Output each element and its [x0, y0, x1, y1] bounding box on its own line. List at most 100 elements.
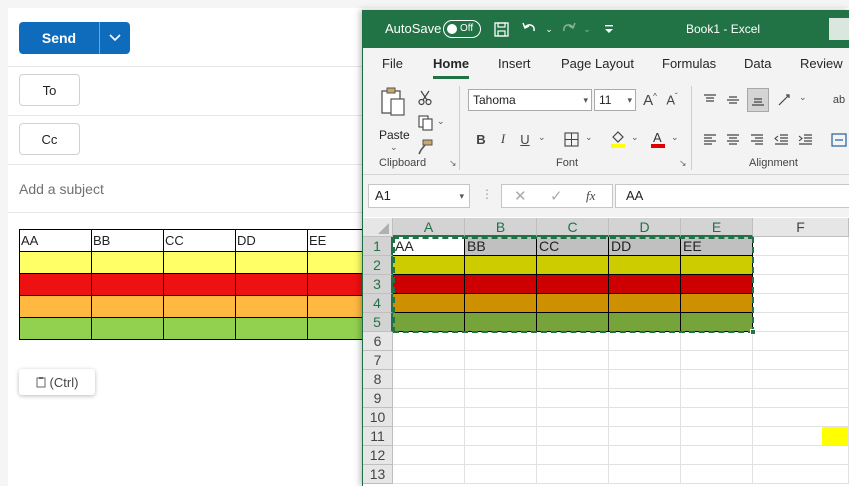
cell-c1[interactable]: CC — [537, 237, 609, 256]
bottom-align-button[interactable] — [747, 88, 769, 112]
copy-button[interactable] — [415, 113, 435, 133]
cell-d13[interactable] — [609, 465, 681, 484]
cell-b1[interactable]: BB — [465, 237, 537, 256]
table-cell[interactable] — [91, 295, 164, 318]
borders-button[interactable] — [561, 129, 581, 149]
cell-c10[interactable] — [537, 408, 609, 427]
table-cell[interactable]: DD — [235, 229, 308, 252]
cell-b5[interactable] — [465, 313, 537, 332]
bold-button[interactable]: B — [471, 128, 491, 150]
row-header-7[interactable]: 7 — [363, 351, 393, 370]
cell-f3[interactable] — [753, 275, 849, 294]
cell-b12[interactable] — [465, 446, 537, 465]
underline-button[interactable]: U — [515, 128, 535, 150]
tab-file[interactable]: File — [382, 56, 403, 71]
table-cell[interactable]: BB — [91, 229, 164, 252]
cell-c12[interactable] — [537, 446, 609, 465]
subject-input[interactable]: Add a subject — [19, 181, 104, 197]
paste-button[interactable] — [377, 86, 409, 118]
formula-input[interactable]: AA — [615, 184, 849, 208]
redo-dropdown[interactable]: ⌄ — [577, 18, 597, 40]
font-name-select[interactable]: Tahoma ▾ — [468, 89, 592, 111]
cell-e4[interactable] — [681, 294, 753, 313]
cell-e6[interactable] — [681, 332, 753, 351]
table-cell[interactable] — [163, 251, 236, 274]
row-header-4[interactable]: 4 — [363, 294, 393, 313]
cell-e13[interactable] — [681, 465, 753, 484]
cell-d11[interactable] — [609, 427, 681, 446]
cell-a1[interactable]: AA — [393, 237, 465, 256]
select-all-corner[interactable] — [363, 218, 393, 237]
cell-c9[interactable] — [537, 389, 609, 408]
table-cell[interactable] — [19, 273, 92, 296]
dialog-launcher-icon[interactable]: ↘ — [449, 158, 457, 169]
row-header-5[interactable]: 5 — [363, 313, 393, 332]
cell-b3[interactable] — [465, 275, 537, 294]
row-header-12[interactable]: 12 — [363, 446, 393, 465]
cell-a12[interactable] — [393, 446, 465, 465]
column-header-e[interactable]: E — [681, 218, 753, 237]
cell-b13[interactable] — [465, 465, 537, 484]
row-header-1[interactable]: 1 — [363, 237, 393, 256]
cell-f10[interactable] — [753, 408, 849, 427]
row-header-13[interactable]: 13 — [363, 465, 393, 484]
wrap-text-button[interactable]: ab — [829, 90, 849, 110]
name-box[interactable]: A1 ▾ — [368, 184, 470, 208]
cell-f4[interactable] — [753, 294, 849, 313]
top-align-button[interactable] — [700, 90, 720, 110]
tab-page-layout[interactable]: Page Layout — [561, 56, 634, 71]
cell-c3[interactable] — [537, 275, 609, 294]
cell-f1[interactable] — [753, 237, 849, 256]
cell-d5[interactable] — [609, 313, 681, 332]
font-size-select[interactable]: 11 ▾ — [594, 89, 636, 111]
table-cell[interactable] — [163, 295, 236, 318]
decrease-indent-button[interactable] — [771, 130, 791, 150]
row-header-3[interactable]: 3 — [363, 275, 393, 294]
orientation-button[interactable] — [775, 90, 797, 110]
cell-b11[interactable] — [465, 427, 537, 446]
increase-indent-button[interactable] — [795, 130, 815, 150]
fill-color-button[interactable] — [608, 128, 628, 150]
cell-c5[interactable] — [537, 313, 609, 332]
cell-a11[interactable] — [393, 427, 465, 446]
cell-e5[interactable] — [681, 313, 753, 332]
cell-f2[interactable] — [753, 256, 849, 275]
paste-options-button[interactable]: (Ctrl) — [19, 369, 95, 395]
table-cell[interactable] — [163, 317, 236, 340]
cell-a9[interactable] — [393, 389, 465, 408]
cell-e9[interactable] — [681, 389, 753, 408]
cell-b7[interactable] — [465, 351, 537, 370]
row-header-10[interactable]: 10 — [363, 408, 393, 427]
cell-f9[interactable] — [753, 389, 849, 408]
cc-button[interactable]: Cc — [19, 123, 80, 155]
to-button[interactable]: To — [19, 74, 80, 106]
cell-f8[interactable] — [753, 370, 849, 389]
table-cell[interactable] — [91, 251, 164, 274]
row-header-11[interactable]: 11 — [363, 427, 393, 446]
cell-d10[interactable] — [609, 408, 681, 427]
cell-c6[interactable] — [537, 332, 609, 351]
column-header-a[interactable]: A — [393, 218, 465, 237]
cell-d9[interactable] — [609, 389, 681, 408]
cell-d4[interactable] — [609, 294, 681, 313]
cell-f5[interactable] — [753, 313, 849, 332]
cell-d3[interactable] — [609, 275, 681, 294]
tab-review[interactable]: Review — [800, 56, 843, 71]
table-cell[interactable] — [91, 273, 164, 296]
cell-a8[interactable] — [393, 370, 465, 389]
table-cell[interactable] — [235, 317, 308, 340]
send-button[interactable]: Send — [19, 22, 99, 54]
cell-e1[interactable]: EE — [681, 237, 753, 256]
cell-f11[interactable] — [753, 427, 849, 446]
cell-f13[interactable] — [753, 465, 849, 484]
undo-dropdown[interactable]: ⌄ — [539, 18, 559, 40]
cell-a13[interactable] — [393, 465, 465, 484]
table-cell[interactable] — [19, 251, 92, 274]
format-painter-button[interactable] — [415, 137, 435, 157]
merge-center-button[interactable] — [829, 130, 849, 150]
column-header-f[interactable]: F — [753, 218, 849, 237]
cell-a10[interactable] — [393, 408, 465, 427]
row-header-8[interactable]: 8 — [363, 370, 393, 389]
fill-handle[interactable] — [750, 329, 756, 335]
customize-toolbar-button[interactable] — [599, 18, 619, 40]
